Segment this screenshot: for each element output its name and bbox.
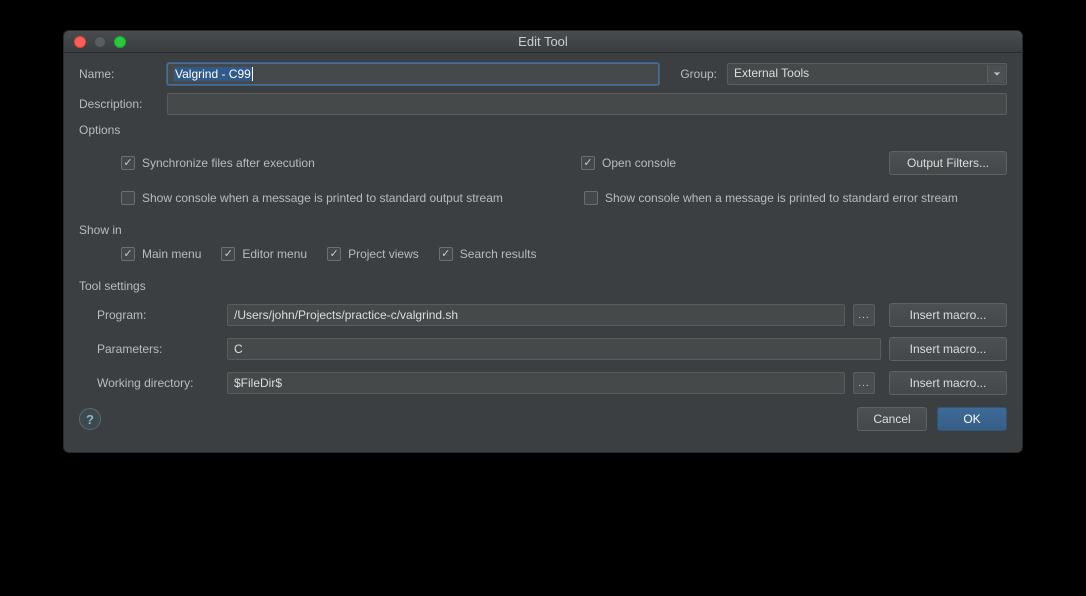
editor-menu-checkbox[interactable]: [221, 247, 235, 261]
working-dir-label: Working directory:: [79, 376, 219, 390]
project-views-label: Project views: [348, 247, 419, 261]
show-stderr-checkbox[interactable]: [584, 191, 598, 205]
titlebar: Edit Tool: [64, 31, 1022, 53]
program-insert-macro-button[interactable]: Insert macro...: [889, 303, 1007, 327]
working-dir-input[interactable]: [227, 372, 845, 394]
sync-files-label: Synchronize files after execution: [142, 156, 315, 170]
main-menu-label: Main menu: [142, 247, 201, 261]
description-input[interactable]: [167, 93, 1007, 115]
showin-heading: Show in: [79, 223, 1007, 237]
parameters-label: Parameters:: [79, 342, 219, 356]
group-label: Group:: [669, 67, 717, 81]
program-input[interactable]: [227, 304, 845, 326]
search-results-checkbox[interactable]: [439, 247, 453, 261]
main-menu-checkbox[interactable]: [121, 247, 135, 261]
output-filters-button[interactable]: Output Filters...: [889, 151, 1007, 175]
dialog-edit-tool: Edit Tool Name: Valgrind - C99 Group: Ex…: [63, 30, 1023, 453]
editor-menu-label: Editor menu: [242, 247, 307, 261]
sync-files-checkbox[interactable]: [121, 156, 135, 170]
window-title: Edit Tool: [64, 34, 1022, 49]
description-label: Description:: [79, 97, 157, 111]
show-stderr-label: Show console when a message is printed t…: [605, 191, 958, 205]
working-dir-browse-button[interactable]: ...: [853, 372, 875, 394]
help-button[interactable]: ?: [79, 408, 101, 430]
search-results-label: Search results: [460, 247, 537, 261]
parameters-insert-macro-button[interactable]: Insert macro...: [889, 337, 1007, 361]
cancel-button[interactable]: Cancel: [857, 407, 927, 431]
name-input[interactable]: Valgrind - C99: [167, 63, 659, 85]
ok-button[interactable]: OK: [937, 407, 1007, 431]
working-dir-insert-macro-button[interactable]: Insert macro...: [889, 371, 1007, 395]
tool-settings-heading: Tool settings: [79, 279, 1007, 293]
close-icon[interactable]: [74, 36, 86, 48]
project-views-checkbox[interactable]: [327, 247, 341, 261]
options-heading: Options: [79, 123, 1007, 137]
window-controls: [64, 36, 126, 48]
parameters-input[interactable]: [227, 338, 881, 360]
program-label: Program:: [79, 308, 219, 322]
name-label: Name:: [79, 67, 157, 81]
show-stdout-label: Show console when a message is printed t…: [142, 191, 503, 205]
open-console-label: Open console: [602, 156, 676, 170]
minimize-icon: [94, 36, 106, 48]
show-stdout-checkbox[interactable]: [121, 191, 135, 205]
program-browse-button[interactable]: ...: [853, 304, 875, 326]
group-combo[interactable]: External Tools: [727, 63, 1007, 85]
zoom-icon[interactable]: [114, 36, 126, 48]
open-console-checkbox[interactable]: [581, 156, 595, 170]
